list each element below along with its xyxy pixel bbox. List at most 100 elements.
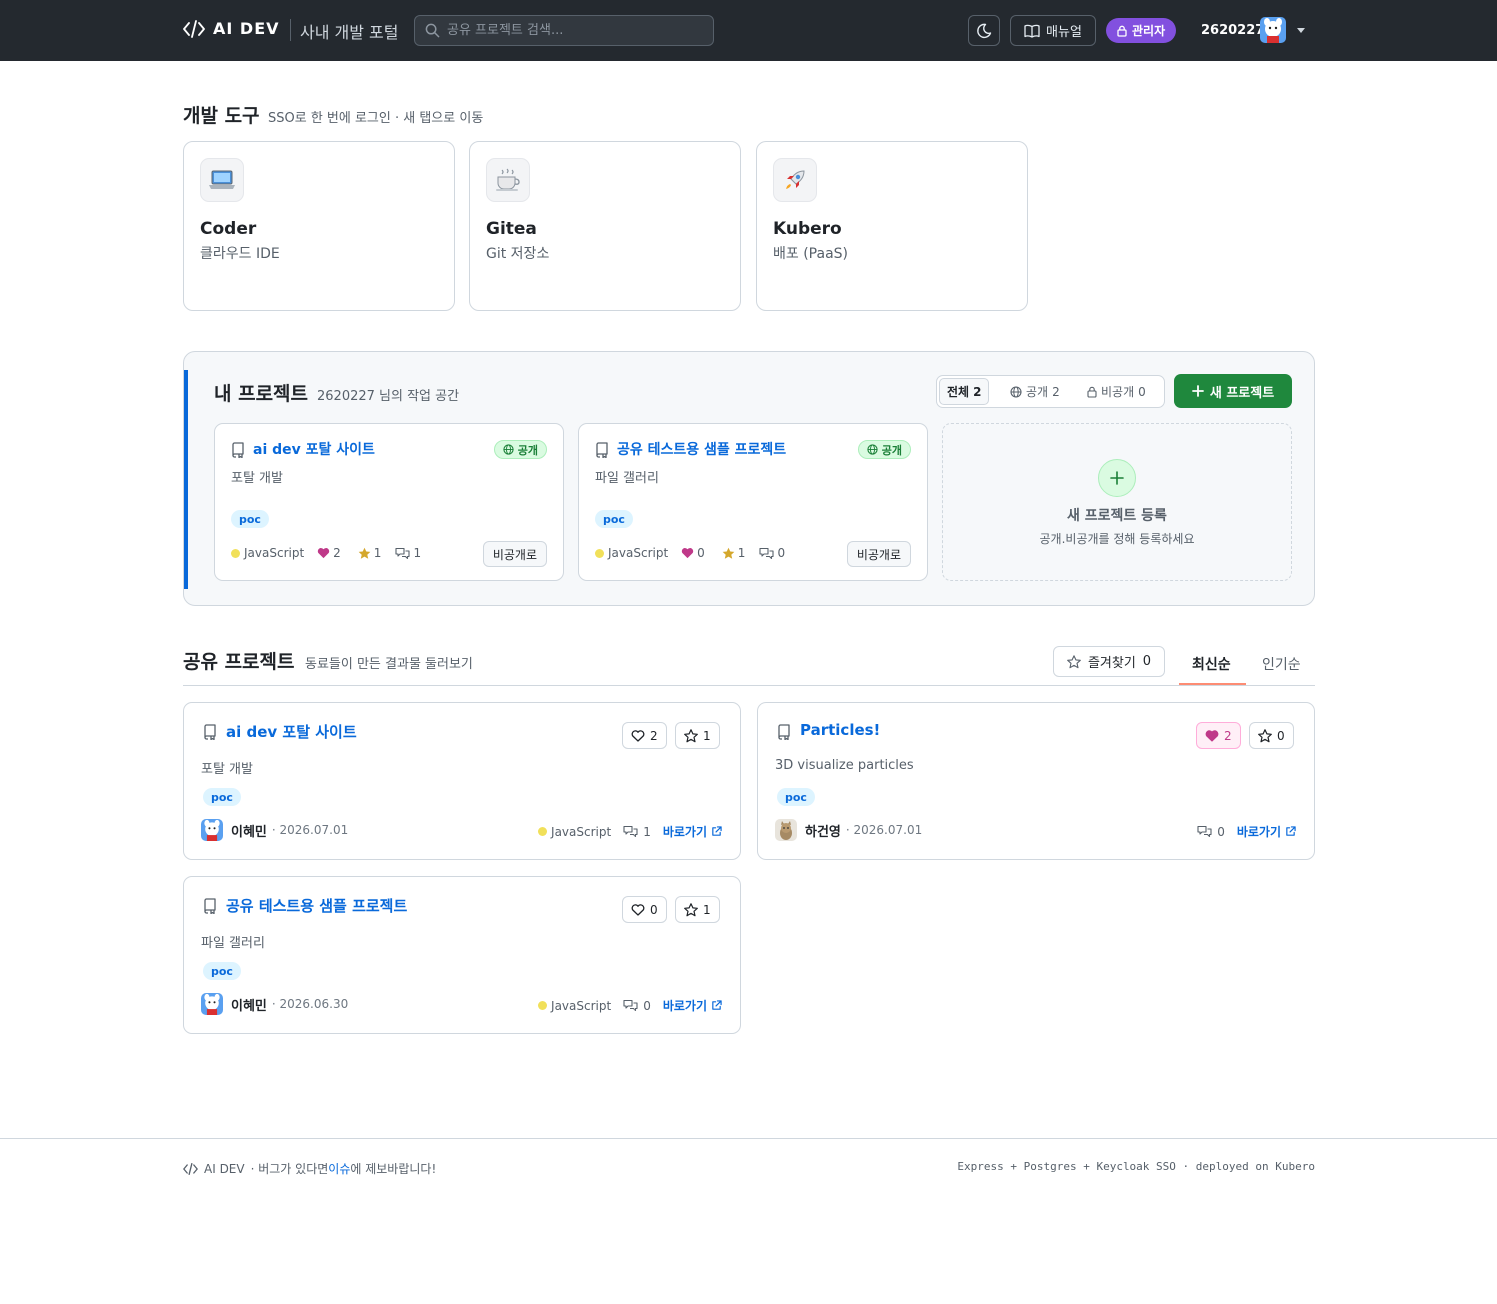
- project-tag[interactable]: poc: [777, 788, 815, 806]
- avatar: [775, 819, 797, 841]
- make-private-button[interactable]: 비공개로: [482, 541, 547, 567]
- author-name: 이혜민: [231, 824, 267, 840]
- project-tag[interactable]: poc: [203, 788, 241, 806]
- filter-all[interactable]: 전체 2: [939, 378, 990, 405]
- project-tag[interactable]: poc: [231, 510, 269, 528]
- like-button[interactable]: 2: [622, 722, 667, 749]
- sort-tab-latest[interactable]: 최신순: [1192, 654, 1231, 674]
- my-projects-subtitle: 2620227 님의 작업 공간: [317, 389, 460, 404]
- tool-card-coder[interactable]: Coder 클라우드 IDE: [183, 141, 455, 311]
- shared-project-card[interactable]: ai dev 포탈 사이트 2 1 포탈 개발 poc 이혜민 · 2026.0…: [183, 702, 741, 860]
- tool-card-gitea[interactable]: Gitea Git 저장소: [469, 141, 741, 311]
- like-button[interactable]: 2: [1196, 722, 1241, 749]
- issue-link[interactable]: 이슈: [328, 1160, 350, 1177]
- my-projects-panel: 내 프로젝트 2620227 님의 작업 공간 전체 2 공개 2 비공개 0 …: [183, 351, 1315, 606]
- star-button[interactable]: 1: [675, 896, 720, 923]
- avatar[interactable]: [1260, 17, 1286, 43]
- comment-count: 0: [1197, 825, 1225, 839]
- avatar: [201, 993, 223, 1015]
- open-link[interactable]: 바로가기: [663, 823, 722, 840]
- star-count: 1: [722, 546, 745, 560]
- project-title-link[interactable]: 공유 테스트용 샘플 프로젝트: [226, 895, 407, 916]
- star-outline-icon: [684, 728, 698, 743]
- chevron-down-icon[interactable]: [1297, 28, 1305, 33]
- filter-label: 비공개: [1101, 385, 1135, 399]
- make-private-button[interactable]: 비공개로: [846, 541, 911, 567]
- plus-icon: [1191, 385, 1204, 397]
- project-tag[interactable]: poc: [595, 510, 633, 528]
- repo-icon: [777, 724, 791, 740]
- comment-count-value: 0: [643, 998, 651, 1013]
- filter-public[interactable]: 공개 2: [1003, 378, 1067, 405]
- heart-icon: [681, 547, 694, 559]
- shared-project-card[interactable]: 공유 테스트용 샘플 프로젝트 0 1 파일 갤러리 poc 이혜민 · 202…: [183, 876, 741, 1034]
- like-count-value: 2: [650, 728, 658, 743]
- project-title-link[interactable]: ai dev 포탈 사이트: [226, 721, 357, 742]
- repo-icon: [595, 442, 609, 458]
- search-icon: [425, 23, 440, 38]
- divider: [183, 685, 1315, 686]
- like-count: 2: [317, 546, 341, 560]
- search-box[interactable]: [414, 15, 714, 46]
- open-link[interactable]: 바로가기: [663, 997, 722, 1014]
- project-title-link[interactable]: ai dev 포탈 사이트: [253, 439, 375, 459]
- manual-button[interactable]: 매뉴얼: [1010, 15, 1096, 46]
- shared-projects-title: 공유 프로젝트: [183, 651, 295, 673]
- tool-card-kubero[interactable]: Kubero 배포 (PaaS): [756, 141, 1028, 311]
- project-title-link[interactable]: Particles!: [800, 721, 880, 739]
- project-desc: 파일 갤러리: [595, 471, 659, 486]
- heart-outline-icon: [631, 729, 645, 742]
- repo-icon: [203, 724, 217, 740]
- shared-projects-subtitle: 동료들이 만든 결과물 둘러보기: [305, 657, 473, 672]
- my-project-card[interactable]: ai dev 포탈 사이트 공개 포탈 개발 poc JavaScript 2 …: [214, 423, 564, 581]
- logo[interactable]: AI DEV: [183, 19, 280, 38]
- language: JavaScript: [538, 999, 611, 1013]
- admin-badge[interactable]: 관리자: [1106, 18, 1177, 43]
- footer: AI DEV · 버그가 있다면 이슈 에 제보바랍니다! Express + …: [0, 1138, 1497, 1304]
- project-meta: JavaScript 1 바로가기: [538, 823, 722, 840]
- footer-brand: AI DEV: [204, 1161, 245, 1176]
- public-badge: 공개: [493, 440, 547, 459]
- sort-tab-popular[interactable]: 인기순: [1262, 654, 1301, 674]
- open-link[interactable]: 바로가기: [1237, 823, 1296, 840]
- repo-icon: [231, 442, 245, 458]
- theme-toggle-button[interactable]: [968, 15, 1000, 46]
- user-id[interactable]: 2620227: [1201, 23, 1264, 38]
- shared-project-card[interactable]: Particles! 2 0 3D visualize particles po…: [757, 702, 1315, 860]
- project-date: · 2026.07.01: [271, 823, 349, 837]
- favorites-filter-button[interactable]: 즐겨찾기 0: [1053, 646, 1165, 677]
- language-label: JavaScript: [551, 824, 612, 839]
- new-project-button[interactable]: 새 프로젝트: [1174, 374, 1292, 408]
- footer-stack-info: Express + Postgres + Keycloak SSO · depl…: [957, 1160, 1315, 1173]
- star-count-value: 1: [703, 902, 711, 917]
- badge-label: 공개: [881, 443, 902, 457]
- author-name: 하건영: [805, 824, 841, 840]
- filter-count: 2: [1052, 384, 1060, 399]
- external-link-icon: [711, 1000, 722, 1011]
- manual-label: 매뉴얼: [1046, 25, 1082, 40]
- divider: [290, 19, 291, 41]
- star-count-value: 0: [1277, 728, 1285, 743]
- comment-count: 0: [759, 546, 785, 560]
- project-desc: 포탈 개발: [231, 471, 283, 486]
- external-link-icon: [711, 826, 722, 837]
- project-tag[interactable]: poc: [203, 962, 241, 980]
- filter-private[interactable]: 비공개 0: [1080, 378, 1153, 405]
- my-project-card[interactable]: 공유 테스트용 샘플 프로젝트 공개 파일 갤러리 poc JavaScript…: [578, 423, 928, 581]
- external-link-icon: [1285, 826, 1296, 837]
- project-title-link[interactable]: 공유 테스트용 샘플 프로젝트: [617, 439, 786, 459]
- star-button[interactable]: 1: [675, 722, 720, 749]
- comment-count: 1: [623, 825, 651, 839]
- search-input[interactable]: [447, 23, 697, 38]
- tool-name: Kubero: [773, 219, 842, 239]
- like-button[interactable]: 0: [622, 896, 667, 923]
- project-desc: 3D visualize particles: [775, 758, 914, 773]
- author: 이혜민 · 2026.07.01: [201, 819, 348, 841]
- new-project-card-sub: 공개.비공개를 정해 등록하세요: [1039, 532, 1195, 546]
- new-project-card[interactable]: 새 프로젝트 등록 공개.비공개를 정해 등록하세요: [942, 423, 1292, 581]
- project-meta: JavaScript 0 1 0: [595, 546, 785, 560]
- star-button[interactable]: 0: [1249, 722, 1294, 749]
- comment-icon: [623, 825, 638, 838]
- star-icon: [722, 547, 735, 560]
- star-count: 1: [358, 546, 381, 560]
